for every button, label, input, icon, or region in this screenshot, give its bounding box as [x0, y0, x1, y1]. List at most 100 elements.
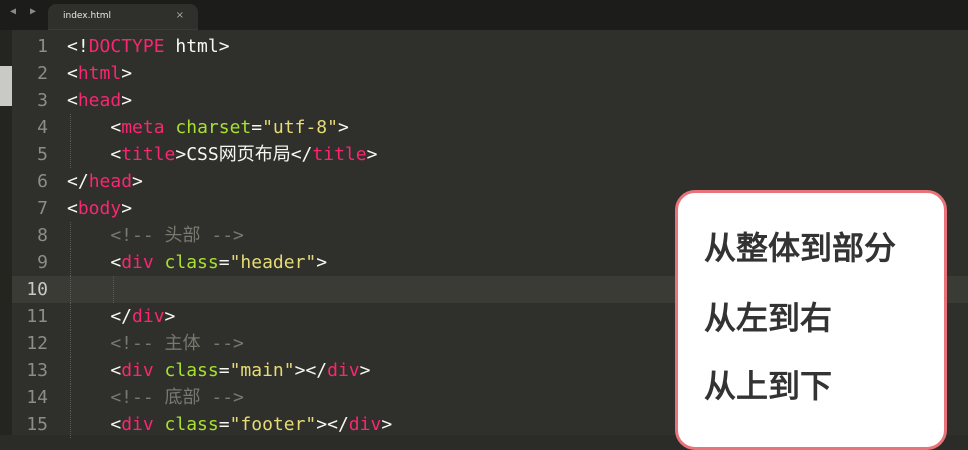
code-token: title: [121, 144, 176, 165]
code-token: <: [67, 63, 78, 84]
note-line-2: 从左到右: [704, 299, 833, 337]
code-text: <!-- 主体 -->: [67, 330, 244, 357]
tab-nav-arrows-icon[interactable]: ◀ ▶: [10, 6, 40, 17]
line-number: 14: [26, 387, 48, 408]
code-text: <head>: [67, 87, 132, 114]
code-line[interactable]: 2 <html>: [12, 60, 968, 87]
tab-filename: index.html: [63, 11, 111, 21]
code-token: <: [67, 144, 122, 165]
code-text: <!-- 头部 -->: [67, 222, 244, 249]
code-token: >CSS网页布局</: [175, 144, 313, 165]
code-text: <!-- 底部 -->: [67, 384, 244, 411]
code-line[interactable]: 3 <head>: [12, 87, 968, 114]
code-token: html>: [164, 36, 230, 57]
code-token: =: [218, 414, 230, 435]
code-text: <body>: [67, 195, 132, 222]
line-number: 15: [26, 414, 48, 435]
code-text: <div class="header">: [67, 249, 327, 276]
code-token: =: [251, 117, 263, 138]
code-token: "main": [229, 360, 295, 381]
tab-bar: ◀ ▶ index.html ×: [0, 0, 968, 31]
code-token: head: [77, 90, 122, 111]
code-token: </: [67, 306, 133, 327]
code-line[interactable]: 1 <!DOCTYPE html>: [12, 33, 968, 60]
code-token: >: [121, 198, 133, 219]
code-token: class: [164, 252, 219, 273]
code-token: class: [164, 360, 219, 381]
code-token: charset: [175, 117, 252, 138]
code-token: >: [366, 144, 378, 165]
code-token: div: [327, 360, 360, 381]
code-token: <: [67, 252, 122, 273]
code-text: <div class="main"></div>: [67, 357, 370, 384]
window-edge-highlight: [0, 66, 12, 106]
note-line-3: 从上到下: [704, 367, 833, 405]
code-token: "header": [229, 252, 317, 273]
code-token: >: [337, 117, 349, 138]
code-token: <!-- 底部 -->: [67, 387, 244, 408]
line-number: 1: [37, 36, 48, 57]
code-token: ></: [316, 414, 349, 435]
code-text: </head>: [67, 168, 143, 195]
code-text: <div class="footer"></div>: [67, 411, 392, 438]
code-token: <: [67, 198, 78, 219]
code-token: >: [164, 306, 176, 327]
code-token: <!-- 头部 -->: [67, 225, 244, 246]
code-token: "footer": [229, 414, 317, 435]
code-text: </div>: [67, 303, 175, 330]
code-text: <html>: [67, 60, 132, 87]
code-line[interactable]: 5 <title>CSS网页布局</title>: [12, 141, 968, 168]
code-token: div: [132, 306, 165, 327]
note-line-1: 从整体到部分: [704, 229, 897, 267]
code-line[interactable]: 4 <meta charset="utf-8">: [12, 114, 968, 141]
code-token: div: [121, 360, 154, 381]
line-number: 12: [26, 333, 48, 354]
code-token: div: [348, 414, 382, 435]
code-text: <!DOCTYPE html>: [67, 33, 230, 60]
code-token: <!: [67, 36, 89, 57]
line-number: 5: [37, 144, 48, 165]
code-token: html: [77, 63, 122, 84]
code-token: meta: [121, 117, 165, 138]
code-token: <: [67, 90, 78, 111]
code-token: >: [359, 360, 371, 381]
line-number: 8: [37, 225, 48, 246]
code-token: >: [381, 414, 393, 435]
line-number: 3: [37, 90, 48, 111]
code-token: >: [316, 252, 328, 273]
code-token: div: [121, 252, 154, 273]
line-number: 13: [26, 360, 48, 381]
line-number: 2: [37, 63, 48, 84]
annotation-card: 从整体到部分 从左到右 从上到下: [675, 190, 947, 450]
code-token: DOCTYPE: [88, 36, 165, 57]
code-token: >: [121, 90, 133, 111]
window-edge: [0, 30, 12, 435]
code-token: <: [67, 117, 122, 138]
line-number: 11: [26, 306, 48, 327]
code-text: <title>CSS网页布局</title>: [67, 141, 377, 168]
line-number: 4: [37, 117, 48, 138]
code-token: class: [164, 414, 219, 435]
code-token: <: [67, 414, 122, 435]
code-token: </: [67, 171, 89, 192]
code-token: >: [121, 63, 133, 84]
line-number: 10: [26, 279, 48, 300]
line-number: 9: [37, 252, 48, 273]
tab-close-icon[interactable]: ×: [176, 10, 184, 21]
line-number: 6: [37, 171, 48, 192]
code-text: <meta charset="utf-8">: [67, 114, 349, 141]
code-token: =: [218, 360, 230, 381]
tab-index-html[interactable]: index.html ×: [48, 4, 198, 30]
code-token: div: [121, 414, 154, 435]
code-token: >: [132, 171, 143, 192]
code-token: =: [218, 252, 230, 273]
code-token: title: [312, 144, 367, 165]
code-token: ></: [294, 360, 328, 381]
line-number: 7: [37, 198, 48, 219]
code-token: head: [88, 171, 133, 192]
